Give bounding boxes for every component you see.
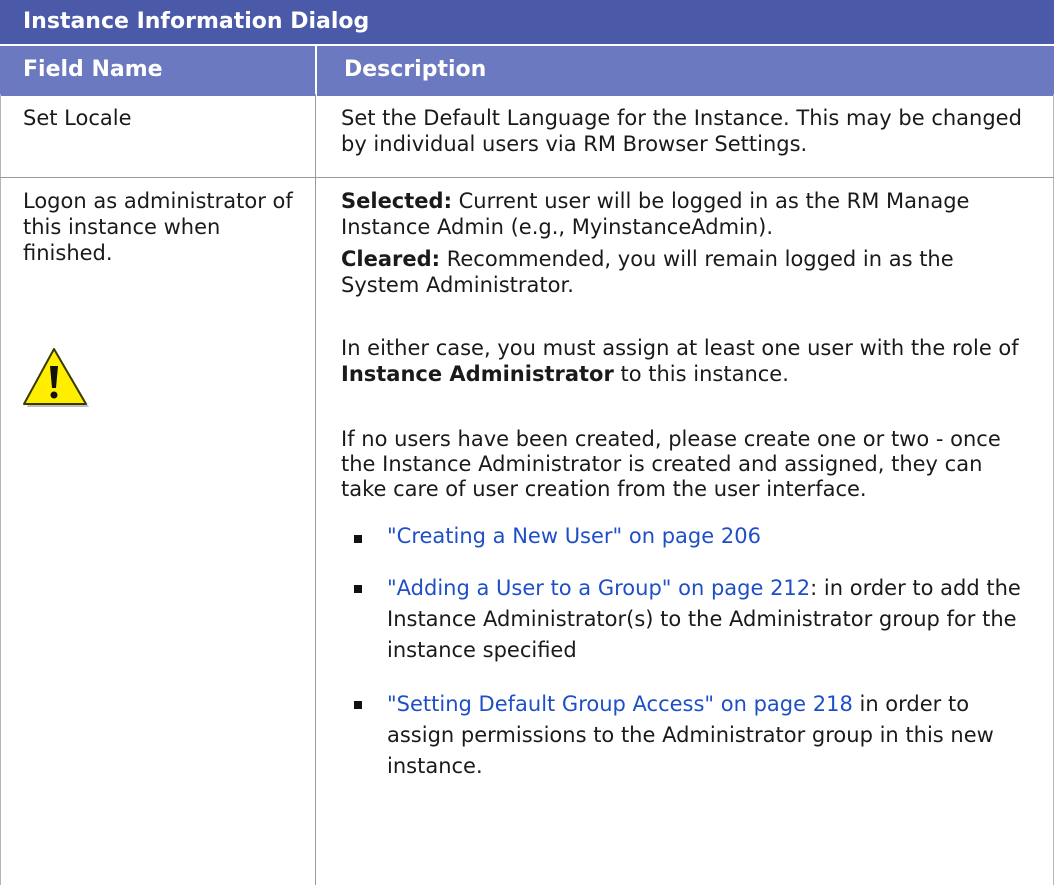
cleared-label: Cleared:: [341, 247, 441, 271]
header-description: Description: [315, 46, 1054, 96]
cleared-paragraph: Cleared: Recommended, you will remain lo…: [341, 246, 1024, 298]
table-row-logon-admin: Logon as administrator of this instance …: [0, 179, 1054, 886]
field-name-cell-logon: Logon as administrator of this instance …: [0, 179, 315, 886]
table-left-border: [0, 94, 1, 885]
table-title: Instance Information Dialog: [0, 0, 1054, 44]
description-cell: Set the Default Language for the Instanc…: [341, 106, 1022, 156]
selected-paragraph: Selected: Current user will be logged in…: [341, 188, 1024, 240]
link-creating-new-user[interactable]: "Creating a New User" on page 206: [387, 524, 761, 548]
field-name-cell: Set Locale: [23, 106, 132, 130]
header-field-name: Field Name: [23, 57, 163, 82]
description-cell-logon: Selected: Current user will be logged in…: [315, 179, 1054, 886]
link-list: "Creating a New User" on page 206 "Addin…: [341, 523, 1024, 782]
table-row-set-locale: Set Locale Set the Default Language for …: [0, 96, 1054, 179]
list-item: "Setting Default Group Access" on page 2…: [341, 689, 1024, 782]
field-name-text: Logon as administrator of this instance …: [23, 189, 293, 265]
warning-icon: [23, 348, 89, 407]
row-divider: [0, 177, 1054, 178]
either-bold: Instance Administrator: [341, 362, 614, 386]
either-case-paragraph: In either case, you must assign at least…: [341, 335, 1024, 387]
either-post: to this instance.: [613, 362, 789, 386]
link-adding-user-to-group[interactable]: "Adding a User to a Group" on page 212: [387, 576, 810, 600]
selected-label: Selected:: [341, 189, 452, 213]
instance-information-table: Instance Information Dialog Field Name D…: [0, 0, 1054, 886]
link-setting-default-group-access[interactable]: "Setting Default Group Access" on page 2…: [387, 692, 853, 716]
column-divider: [315, 94, 316, 885]
list-item: "Adding a User to a Group" on page 212: …: [341, 573, 1024, 666]
either-pre: In either case, you must assign at least…: [341, 336, 1019, 360]
list-item: "Creating a New User" on page 206: [341, 523, 1024, 549]
table-header-row: Field Name Description: [0, 44, 1054, 96]
no-users-paragraph: If no users have been created, please cr…: [341, 427, 1001, 501]
